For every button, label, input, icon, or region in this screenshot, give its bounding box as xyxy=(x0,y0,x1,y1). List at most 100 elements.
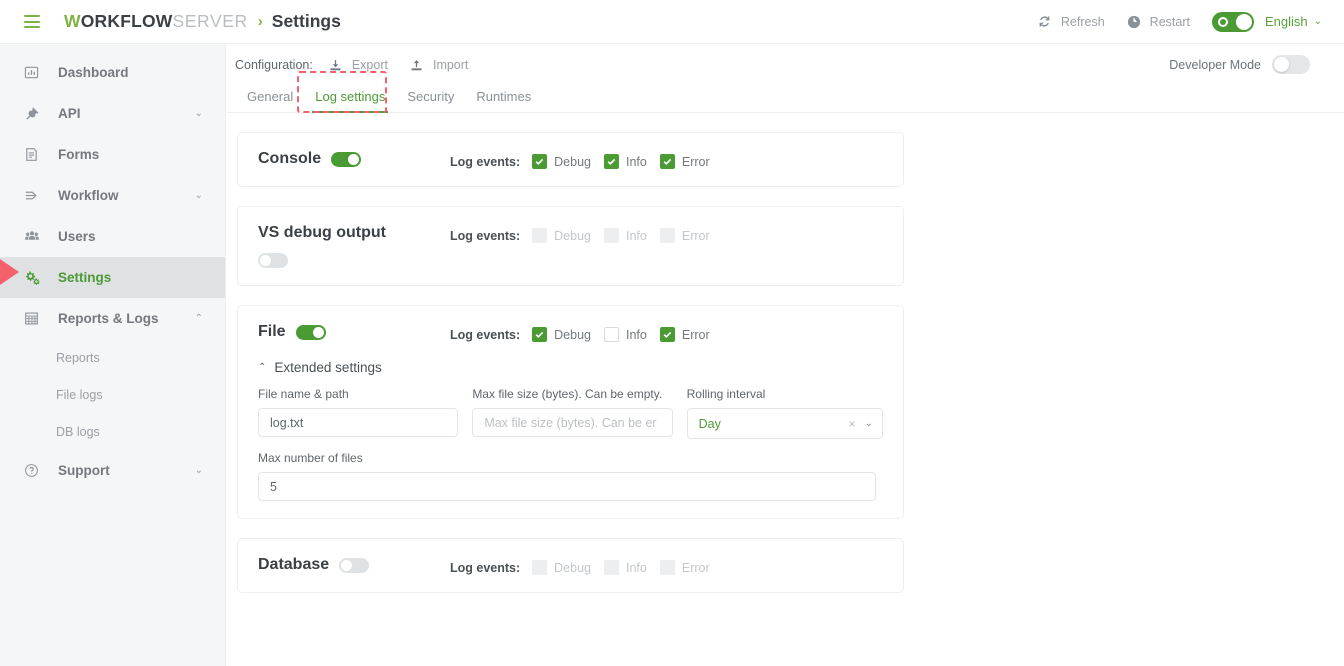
sidebar-item-reports-and-logs[interactable]: Reports & Logs ⌃ xyxy=(0,298,225,339)
clear-icon[interactable]: × xyxy=(849,417,856,431)
chevron-down-icon[interactable]: ⌄ xyxy=(1314,16,1322,27)
page-title: Settings xyxy=(271,11,341,31)
file-name-field-group: File name & path log.txt xyxy=(258,387,459,439)
log-events-label: Log events: xyxy=(450,154,521,169)
checkbox-checked-icon xyxy=(604,154,619,169)
checkbox-info: Info xyxy=(604,560,647,575)
log-target-card-database: Database Log events: Debug Info Error xyxy=(237,538,904,593)
developer-mode-toggle[interactable] xyxy=(1272,55,1310,74)
sidebar-item-label: Settings xyxy=(58,270,112,285)
toggle-inner-dot-icon xyxy=(1217,16,1228,27)
hamburger-icon[interactable] xyxy=(24,15,40,28)
toggle-knob xyxy=(1274,57,1289,72)
card-title-text: Database xyxy=(258,556,330,573)
checkbox-disabled-icon xyxy=(659,560,675,575)
refresh-label: Refresh xyxy=(1060,14,1105,29)
card-title: File xyxy=(258,323,326,341)
sidebar-item-label: Reports & Logs xyxy=(58,311,159,326)
rolling-interval-select[interactable]: Day × ⌄ xyxy=(686,408,883,439)
sidebar-subitem-label: Reports xyxy=(56,350,100,365)
users-icon xyxy=(24,229,46,244)
max-files-input[interactable]: 5 xyxy=(258,472,876,501)
checkbox-label: Info xyxy=(626,327,647,342)
refresh-icon xyxy=(1037,14,1052,29)
download-icon xyxy=(329,59,342,72)
max-file-size-input[interactable]: Max file size (bytes). Can be er xyxy=(472,408,673,437)
card-title: Console xyxy=(258,150,362,168)
sidebar-item-users[interactable]: Users xyxy=(0,216,225,257)
max-file-size-field-group: Max file size (bytes). Can be empty. Max… xyxy=(472,387,673,439)
checkbox-label: Info xyxy=(626,560,647,575)
tab-security[interactable]: Security xyxy=(396,89,465,112)
checkbox-unchecked-icon xyxy=(604,327,619,342)
checkbox-error: Error xyxy=(659,560,710,575)
checkbox-info[interactable]: Info xyxy=(604,327,647,342)
tab-log-settings[interactable]: Log settings xyxy=(304,89,396,113)
rolling-interval-label: Rolling interval xyxy=(686,387,766,401)
sidebar-item-label: Support xyxy=(58,463,110,478)
brand-logo[interactable]: W ORKFLOW SERVER xyxy=(64,11,248,32)
upload-icon xyxy=(410,59,423,72)
file-name-input[interactable]: log.txt xyxy=(258,408,459,437)
checkbox-checked-icon xyxy=(659,327,675,342)
sidebar-item-forms[interactable]: Forms xyxy=(0,134,225,175)
chevron-down-icon[interactable]: ⌄ xyxy=(195,465,203,476)
checkbox-error[interactable]: Error xyxy=(659,154,710,169)
toggle-knob xyxy=(312,326,324,338)
rolling-interval-value: Day xyxy=(698,416,721,431)
language-label[interactable]: English xyxy=(1265,14,1308,29)
developer-mode-control: Developer Mode xyxy=(1169,55,1310,74)
checkbox-debug[interactable]: Debug xyxy=(532,154,591,169)
checkbox-label: Debug xyxy=(554,228,591,243)
language-toggle[interactable] xyxy=(1211,11,1254,32)
file-enable-toggle[interactable] xyxy=(295,324,326,340)
power-restart-icon xyxy=(1127,15,1141,29)
log-events-label: Log events: xyxy=(450,327,521,342)
sidebar-subitem-db-logs[interactable]: DB logs xyxy=(0,413,225,450)
brand-logo-orkflow: ORKFLOW xyxy=(80,11,173,31)
brand-logo-server: SERVER xyxy=(172,11,248,31)
checkbox-debug[interactable]: Debug xyxy=(532,327,591,342)
extended-settings-toggle[interactable]: ⌃ Extended settings xyxy=(258,360,883,375)
checkbox-info[interactable]: Info xyxy=(604,154,647,169)
checkbox-label: Error xyxy=(681,327,710,342)
restart-button[interactable]: Restart xyxy=(1127,15,1190,29)
chevron-down-icon[interactable]: ⌄ xyxy=(195,108,203,119)
checkbox-label: Info xyxy=(626,228,647,243)
checkbox-checked-icon xyxy=(532,154,548,169)
sidebar-subitem-file-logs[interactable]: File logs xyxy=(0,376,225,413)
sidebar-item-dashboard[interactable]: Dashboard xyxy=(0,52,225,93)
checkbox-error: Error xyxy=(659,228,710,243)
chevron-up-icon: ⌃ xyxy=(258,362,267,373)
sidebar-item-workflow[interactable]: Workflow ⌄ xyxy=(0,175,225,216)
log-events-label: Log events: xyxy=(450,228,521,243)
dashboard-icon xyxy=(24,65,46,80)
tab-general[interactable]: General xyxy=(236,89,304,112)
log-target-card-console: Console Log events: Debug Info Error xyxy=(237,132,904,187)
checkbox-disabled-icon xyxy=(604,228,619,243)
sidebar-item-label: Dashboard xyxy=(58,65,129,80)
vs-debug-enable-toggle[interactable] xyxy=(258,253,288,268)
tab-runtimes[interactable]: Runtimes xyxy=(465,89,542,112)
import-button[interactable]: Import xyxy=(410,58,468,72)
checkbox-info: Info xyxy=(604,228,647,243)
rolling-interval-field-group: Rolling interval Day × ⌄ xyxy=(686,387,883,439)
chevron-down-icon[interactable]: ⌄ xyxy=(865,418,873,429)
sidebar-item-settings[interactable]: Settings xyxy=(0,257,225,298)
refresh-button[interactable]: Refresh xyxy=(1037,14,1105,29)
forms-icon xyxy=(24,147,46,162)
database-enable-toggle[interactable] xyxy=(339,557,370,573)
checkbox-disabled-icon xyxy=(532,560,548,575)
console-enable-toggle[interactable] xyxy=(331,151,362,167)
chevron-up-icon[interactable]: ⌃ xyxy=(195,313,203,324)
file-settings-row-1: File name & path log.txt Max file size (… xyxy=(258,387,883,439)
log-target-card-file: File Log events: Debug Info Error ⌃ Exte… xyxy=(237,305,904,519)
chevron-down-icon[interactable]: ⌄ xyxy=(195,190,203,201)
log-events-group: Log events: Debug Info Error xyxy=(450,150,723,169)
sidebar-item-support[interactable]: Support ⌄ xyxy=(0,450,225,491)
checkbox-error[interactable]: Error xyxy=(659,327,710,342)
sidebar-subitem-reports[interactable]: Reports xyxy=(0,339,225,376)
export-button[interactable]: Export xyxy=(329,58,388,72)
sidebar-item-api[interactable]: API ⌄ xyxy=(0,93,225,134)
sidebar: Dashboard API ⌄ Forms Workflow ⌄ Users S… xyxy=(0,44,226,666)
